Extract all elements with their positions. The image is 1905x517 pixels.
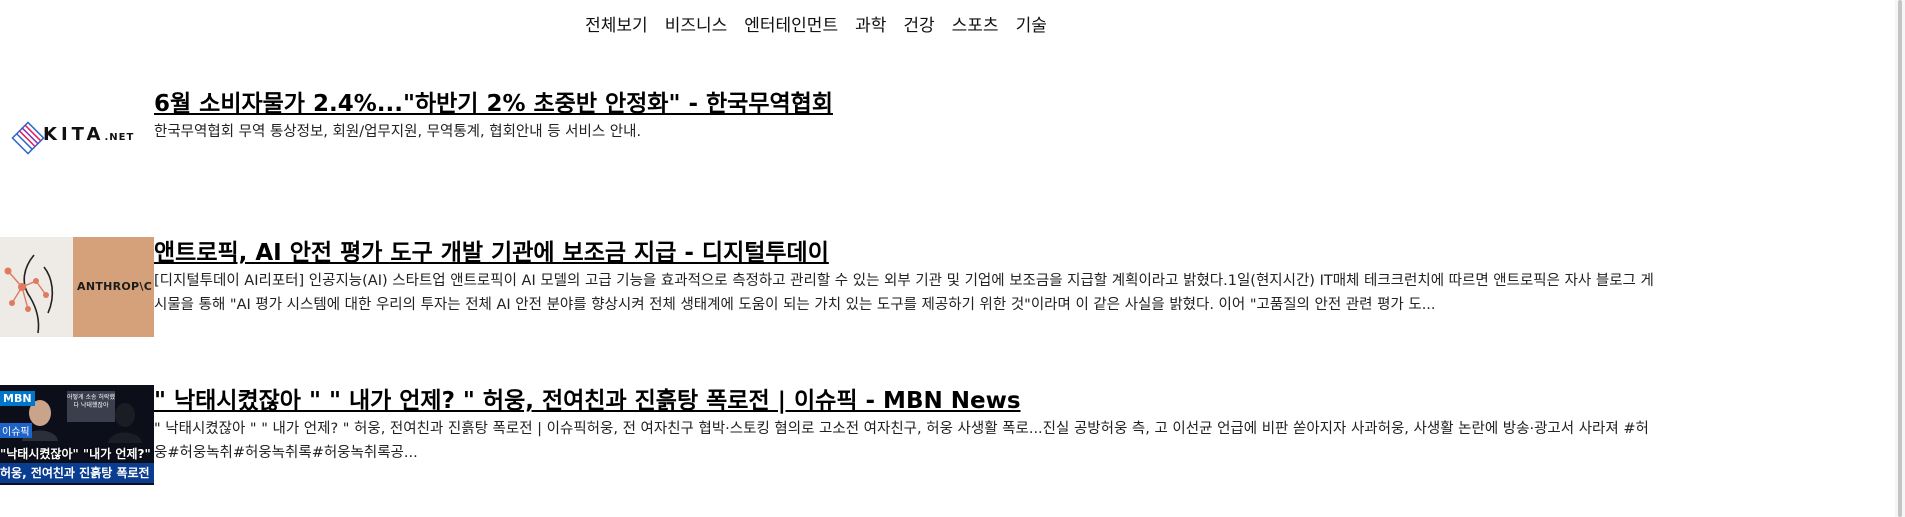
article-title-link[interactable]: " 낙태시켰잖아 " " 내가 언제? " 허웅, 전여친과 진흙탕 폭로전 |… <box>154 385 1894 417</box>
article-item: MBN 어떻게 소송 허락했다 낙태했잖아 이슈픽 "낙태시켰잖아" "내가 언… <box>0 385 1905 485</box>
article-description-line-1: " 낙태시켰잖아 " " 내가 언제? " 허웅, 전여친과 진흙탕 폭로전 |… <box>154 421 1649 437</box>
nav-item-all[interactable]: 전체보기 <box>585 11 648 36</box>
mbn-caption-bottom: 허웅, 전여친과 진흙탕 폭로전 <box>0 463 154 483</box>
mbn-caption-top: "낙태시켰잖아" "내가 언제?" <box>0 447 151 461</box>
article-content: 6월 소비자물가 2.4%..."하반기 2% 초중반 안정화" - 한국무역협… <box>154 88 1894 144</box>
nav-item-technology[interactable]: 기술 <box>1016 11 1047 36</box>
article-content: 앤트로픽, AI 안전 평가 도구 개발 기관에 보조금 지급 - 디지털투데이… <box>154 237 1894 317</box>
vertical-scrollbar[interactable] <box>1895 0 1905 517</box>
article-description: 한국무역협회 무역 통상정보, 회원/업무지원, 무역통계, 협회안내 등 서비… <box>154 124 642 140</box>
anthropic-brand-panel: ANTHROP\C <box>73 237 154 337</box>
nav-item-science[interactable]: 과학 <box>855 11 886 36</box>
mbn-logo: MBN <box>0 391 35 406</box>
scrollbar-thumb[interactable] <box>1898 0 1902 517</box>
article-description-line-2: 웅#허웅녹취#허웅녹취록#허웅녹취록공... <box>154 445 418 461</box>
nav-item-business[interactable]: 비즈니스 <box>665 11 728 36</box>
kita-logo-icon <box>11 121 45 155</box>
network-head-illustration-icon <box>4 254 54 334</box>
article-description-line-2: 시물을 통해 "AI 평가 시스템에 대한 우리의 투자는 전체 AI 안전 분… <box>154 297 1436 313</box>
mbn-inset-caption: 어떻게 소송 허락했다 낙태했잖아 <box>67 391 115 422</box>
news-feed-page: 전체보기 비즈니스 엔터테인먼트 과학 건강 스포츠 기술 KITA.NET 6… <box>0 0 1905 517</box>
anthropic-brand-text: ANTHROP\C <box>77 280 153 293</box>
article-description-line-1: [디지털투데이 AI리포터] 인공지능(AI) 스타트업 앤트로픽이 AI 모델… <box>154 273 1654 289</box>
article-title-link[interactable]: 6월 소비자물가 2.4%..."하반기 2% 초중반 안정화" - 한국무역협… <box>154 88 1894 120</box>
nav-item-entertainment[interactable]: 엔터테인먼트 <box>744 11 838 36</box>
article-item: KITA.NET 6월 소비자물가 2.4%..."하반기 2% 초중반 안정화… <box>0 88 1905 188</box>
mbn-name-tag: 이슈픽 <box>0 423 32 438</box>
article-thumbnail-anthropic[interactable]: ANTHROP\C <box>0 237 154 337</box>
kita-logo-text: KITA.NET <box>43 124 135 145</box>
article-thumbnail-mbn-video[interactable]: MBN 어떻게 소송 허락했다 낙태했잖아 이슈픽 "낙태시켰잖아" "내가 언… <box>0 385 154 485</box>
article-item: ANTHROP\C 앤트로픽, AI 안전 평가 도구 개발 기관에 보조금 지… <box>0 237 1905 337</box>
article-title-link[interactable]: 앤트로픽, AI 안전 평가 도구 개발 기관에 보조금 지급 - 디지털투데이 <box>154 237 1894 269</box>
category-nav: 전체보기 비즈니스 엔터테인먼트 과학 건강 스포츠 기술 <box>0 11 1632 36</box>
article-content: " 낙태시켰잖아 " " 내가 언제? " 허웅, 전여친과 진흙탕 폭로전 |… <box>154 385 1894 465</box>
nav-item-health[interactable]: 건강 <box>903 11 934 36</box>
nav-item-sports[interactable]: 스포츠 <box>952 11 999 36</box>
article-thumbnail-kita-logo[interactable]: KITA.NET <box>0 88 154 188</box>
